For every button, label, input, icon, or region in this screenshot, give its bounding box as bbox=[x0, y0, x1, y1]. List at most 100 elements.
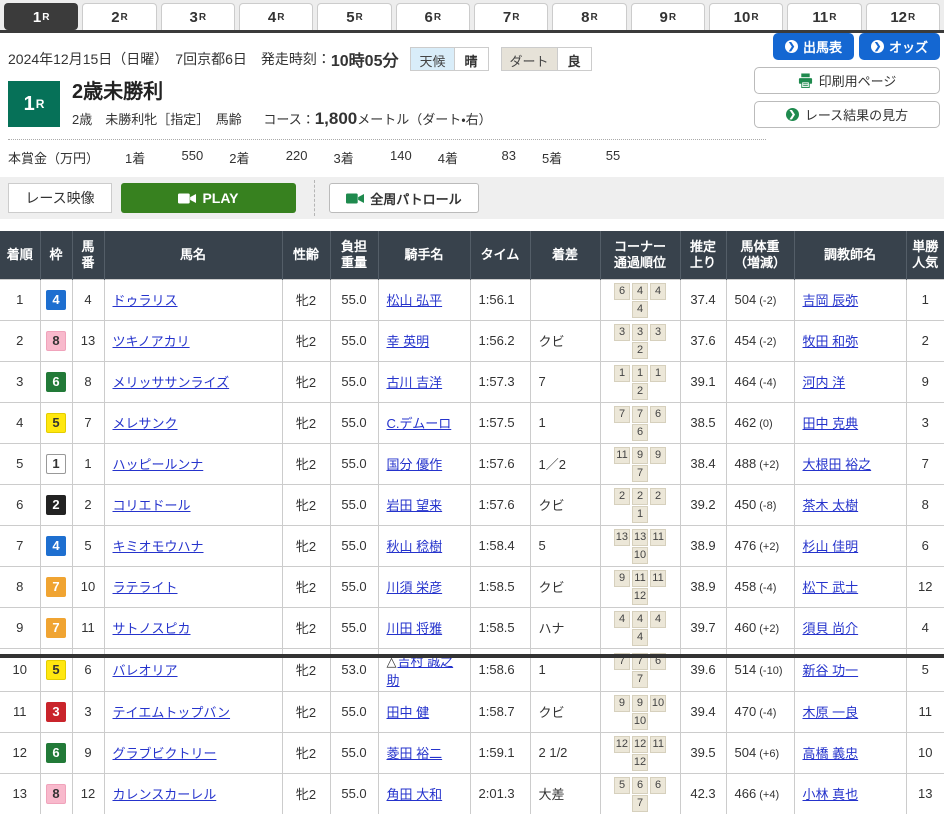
jockey-name-link[interactable]: 幸 英明 bbox=[387, 334, 430, 349]
finish-position-cell: 5 bbox=[0, 443, 40, 484]
horse-weight-change: (-2) bbox=[756, 295, 776, 307]
jockey-name-link[interactable]: 古川 吉洋 bbox=[387, 375, 443, 390]
odds-button[interactable]: ❯ オッズ bbox=[859, 33, 940, 60]
corner-position-badge: 2 bbox=[650, 488, 666, 505]
trainer-cell: 吉岡 辰弥 bbox=[794, 279, 906, 320]
horse-name-link[interactable]: コリエドール bbox=[113, 498, 191, 513]
trainer-name-link[interactable]: 茶木 太樹 bbox=[803, 498, 859, 513]
tab-9r[interactable]: 9R bbox=[631, 3, 705, 30]
footer-divider bbox=[0, 654, 944, 658]
margin-cell: ハナ bbox=[530, 607, 600, 648]
tab-6r[interactable]: 6R bbox=[396, 3, 470, 30]
corner-position-badge: 4 bbox=[632, 629, 648, 646]
tab-1r[interactable]: 1R bbox=[4, 3, 78, 30]
course-label: コース： bbox=[263, 112, 314, 127]
sex-age-cell: 牝2 bbox=[282, 732, 330, 773]
jockey-name-link[interactable]: 川田 将雅 bbox=[387, 621, 443, 636]
trainer-name-link[interactable]: 須貝 尚介 bbox=[803, 621, 859, 636]
finish-position-cell: 8 bbox=[0, 566, 40, 607]
trainer-name-link[interactable]: 大根田 裕之 bbox=[803, 457, 872, 472]
tab-2r[interactable]: 2R bbox=[82, 3, 156, 30]
corner-position-badge: 4 bbox=[632, 611, 648, 628]
table-row: 144ドゥラリス牝255.0松山 弘平1:56.1644437.4504 (-2… bbox=[0, 279, 944, 320]
patrol-video-button[interactable]: 全周パトロール bbox=[329, 183, 479, 213]
race-number-suffix: R bbox=[36, 97, 45, 111]
bracket-cell: 6 bbox=[40, 361, 72, 402]
jockey-name-link[interactable]: C.デムーロ bbox=[387, 416, 452, 431]
trainer-name-link[interactable]: 木原 一良 bbox=[803, 705, 859, 720]
result-guide-button[interactable]: ❯ レース結果の見方 bbox=[754, 101, 940, 128]
horse-name-link[interactable]: カレンスカーレル bbox=[113, 787, 217, 802]
jockey-name-link[interactable]: 角田 大和 bbox=[387, 787, 443, 802]
corner-position-badge: 2 bbox=[632, 342, 648, 359]
table-row: 2813ツキノアカリ牝255.0幸 英明1:56.2クビ333237.6454 … bbox=[0, 320, 944, 361]
sex-age-cell: 牝2 bbox=[282, 361, 330, 402]
margin-cell: クビ bbox=[530, 320, 600, 361]
time-cell: 1:57.5 bbox=[470, 402, 530, 443]
horse-weight-cell: 504 (+6) bbox=[726, 732, 794, 773]
jockey-name-link[interactable]: 国分 優作 bbox=[387, 457, 443, 472]
corner-position-badge: 10 bbox=[650, 695, 666, 712]
horse-weight-change: (+2) bbox=[756, 541, 779, 553]
corner-position-cell: 3332 bbox=[600, 320, 680, 361]
horse-name-link[interactable]: メリッササンライズ bbox=[113, 375, 230, 390]
tab-3r[interactable]: 3R bbox=[161, 3, 235, 30]
play-button[interactable]: PLAY bbox=[121, 183, 296, 213]
horse-number-cell: 11 bbox=[72, 607, 104, 648]
weather-label: 天候 bbox=[411, 48, 453, 70]
print-page-button[interactable]: 印刷用ページ bbox=[754, 67, 940, 94]
horse-name-link[interactable]: キミオモウハナ bbox=[113, 539, 204, 554]
jockey-name-link[interactable]: 菱田 裕二 bbox=[387, 746, 443, 761]
tab-7r[interactable]: 7R bbox=[474, 3, 548, 30]
race-tab-bar: 1R2R3R4R5R6R7R8R9R10R11R12R bbox=[0, 0, 944, 33]
tab-5r[interactable]: 5R bbox=[317, 3, 391, 30]
shutsuba-button-label: 出馬表 bbox=[803, 37, 842, 56]
horse-number-cell: 2 bbox=[72, 484, 104, 525]
tab-10r[interactable]: 10R bbox=[709, 3, 783, 30]
horse-name-link[interactable]: ハッピールンナ bbox=[113, 457, 204, 472]
jockey-name-link[interactable]: 岩田 望来 bbox=[387, 498, 443, 513]
trainer-name-link[interactable]: 高橋 義忠 bbox=[803, 746, 859, 761]
horse-name-link[interactable]: バレオリア bbox=[113, 663, 178, 678]
trainer-name-link[interactable]: 河内 洋 bbox=[803, 375, 846, 390]
tab-11r[interactable]: 11R bbox=[787, 3, 861, 30]
horse-name-link[interactable]: ラテライト bbox=[113, 580, 178, 595]
trainer-cell: 田中 克典 bbox=[794, 402, 906, 443]
last-3f-cell: 39.4 bbox=[680, 691, 726, 732]
trainer-name-link[interactable]: 松下 武士 bbox=[803, 580, 859, 595]
horse-name-link[interactable]: ドゥラリス bbox=[113, 293, 178, 308]
corner-position-badge: 3 bbox=[614, 324, 630, 341]
shutsuba-button[interactable]: ❯ 出馬表 bbox=[773, 33, 854, 60]
horse-name-link[interactable]: サトノスピカ bbox=[113, 621, 191, 636]
bracket-cell: 7 bbox=[40, 566, 72, 607]
win-popularity-cell: 7 bbox=[906, 443, 944, 484]
tab-12r[interactable]: 12R bbox=[866, 3, 940, 30]
jockey-name-link[interactable]: 松山 弘平 bbox=[387, 293, 443, 308]
tab-8r[interactable]: 8R bbox=[552, 3, 626, 30]
trainer-name-link[interactable]: 新谷 功一 bbox=[803, 663, 859, 678]
trainer-name-link[interactable]: 田中 克典 bbox=[803, 416, 859, 431]
corner-position-badge: 11 bbox=[650, 570, 666, 587]
course-distance: 1,800 bbox=[315, 109, 358, 128]
trainer-name-link[interactable]: 小林 真也 bbox=[803, 787, 859, 802]
corner-position-cell: 2221 bbox=[600, 484, 680, 525]
table-row: 745キミオモウハナ牝255.0秋山 稔樹1:58.451313111038.9… bbox=[0, 525, 944, 566]
jockey-name-link[interactable]: 秋山 稔樹 bbox=[387, 539, 443, 554]
trainer-name-link[interactable]: 杉山 佳明 bbox=[803, 539, 859, 554]
jockey-name-link[interactable]: 田中 健 bbox=[387, 705, 430, 720]
horse-name-link[interactable]: グラブビクトリー bbox=[113, 746, 217, 761]
horse-weight-value: 466 bbox=[735, 786, 757, 801]
jockey-name-link[interactable]: 川須 栄彦 bbox=[387, 580, 443, 595]
race-header-area: 2024年12月15日（日曜） 7回京都6日 発走時刻： 10時05分 天候 晴… bbox=[0, 33, 944, 167]
horse-name-link[interactable]: ツキノアカリ bbox=[113, 334, 190, 349]
carried-weight-cell: 55.0 bbox=[330, 402, 378, 443]
horse-weight-value: 514 bbox=[735, 662, 757, 677]
horse-name-link[interactable]: メレサンク bbox=[113, 416, 178, 431]
column-header: タイム bbox=[470, 231, 530, 279]
header-buttons: ❯ 出馬表 ❯ オッズ 印刷用ページ ❯ レース結果の見方 bbox=[754, 33, 940, 128]
trainer-name-link[interactable]: 吉岡 辰弥 bbox=[803, 293, 859, 308]
horse-name-link[interactable]: テイエムトップバン bbox=[113, 705, 231, 720]
trainer-name-link[interactable]: 牧田 和弥 bbox=[803, 334, 859, 349]
tab-4r[interactable]: 4R bbox=[239, 3, 313, 30]
horse-weight-change: (-4) bbox=[756, 377, 776, 389]
